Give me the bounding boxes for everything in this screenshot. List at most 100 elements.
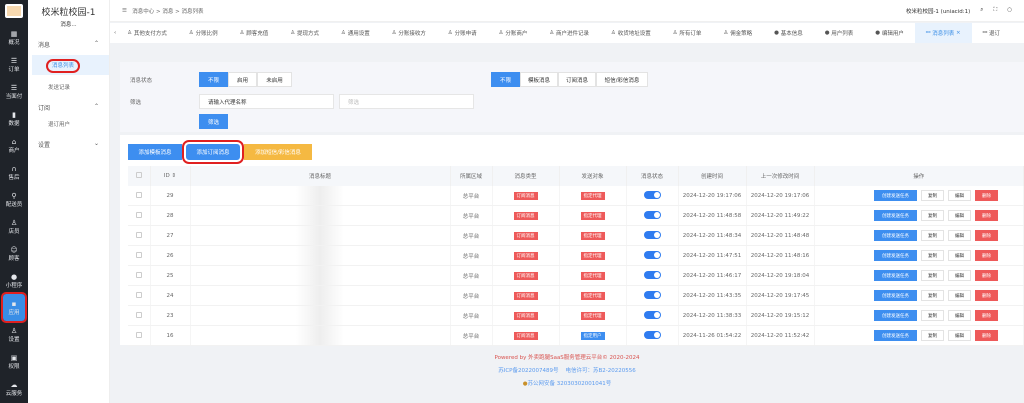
delete-button[interactable]: 删除 <box>975 270 998 281</box>
group-subscribe[interactable]: 订阅 ⌃ <box>28 103 109 112</box>
row-checkbox[interactable] <box>135 271 142 278</box>
status-toggle[interactable] <box>643 290 661 299</box>
tab-5[interactable]: ♙ 分账接收方 <box>381 23 437 43</box>
nav-item-11[interactable]: ♙ 设置 <box>0 321 28 348</box>
create-send-task-button[interactable]: 创建发送任务 <box>874 270 917 281</box>
create-send-task-button[interactable]: 创建发送任务 <box>874 290 917 301</box>
tab-2[interactable]: ♙ 顾客充值 <box>229 23 280 43</box>
status-toggle[interactable] <box>643 270 661 279</box>
row-checkbox[interactable] <box>135 331 142 338</box>
nav-item-5[interactable]: ∩ 售后 <box>0 159 28 186</box>
create-send-task-button[interactable]: 创建发送任务 <box>874 330 917 341</box>
tab-12[interactable]: ● 基本信息 <box>763 23 814 43</box>
agent-name-input[interactable]: 请输入代理名称 <box>199 94 334 109</box>
group-settings[interactable]: 设置 ⌄ <box>28 140 109 149</box>
row-checkbox[interactable] <box>135 191 142 198</box>
copy-button[interactable]: 复制 <box>921 310 944 321</box>
select-all-checkbox[interactable] <box>135 172 142 178</box>
license-link[interactable]: 电信许可：苏B2-20220556 <box>566 368 636 374</box>
nav-item-1[interactable]: ☰ 订单 <box>0 51 28 78</box>
refresh-icon[interactable]: ○ <box>1007 7 1012 15</box>
copy-button[interactable]: 复制 <box>921 290 944 301</box>
tab-3[interactable]: ♙ 提现方式 <box>279 23 330 43</box>
nav-item-3[interactable]: ▮ 数据 <box>0 105 28 132</box>
delete-button[interactable]: 删除 <box>975 290 998 301</box>
tab-8[interactable]: ♙ 商户进件记录 <box>538 23 600 43</box>
status-toggle[interactable] <box>643 210 661 219</box>
status-all-button[interactable]: 不限 <box>199 72 228 87</box>
edit-button[interactable]: 编辑 <box>948 230 971 241</box>
nav-item-7[interactable]: ♙ 店员 <box>0 213 28 240</box>
group-message[interactable]: 消息 ⌃ <box>28 40 109 49</box>
tab-6[interactable]: ♙ 分账申请 <box>437 23 488 43</box>
status-toggle[interactable] <box>643 230 661 239</box>
create-send-task-button[interactable]: 创建发送任务 <box>874 310 917 321</box>
nav-item-4[interactable]: ⌂ 商户 <box>0 132 28 159</box>
filter-button[interactable]: 筛选 <box>199 114 228 129</box>
create-send-task-button[interactable]: 创建发送任务 <box>874 250 917 261</box>
tab-11[interactable]: ♙ 佣金策略 <box>712 23 763 43</box>
status-toggle[interactable] <box>643 310 661 319</box>
account-name[interactable]: 校米粒校园-1 (uniacid:1) <box>906 7 970 15</box>
icp-link[interactable]: 苏ICP备2022007489号 <box>498 368 558 374</box>
tab-9[interactable]: ♙ 收货地址设置 <box>600 23 662 43</box>
tab-7[interactable]: ♙ 分账商户 <box>488 23 539 43</box>
type-sms-button[interactable]: 短信/彩信消息 <box>596 72 648 87</box>
sidebar-item-unsubscribed-users[interactable]: 退订用户 <box>28 112 109 128</box>
nav-item-10[interactable]: ▪ 应用 <box>1 292 27 323</box>
row-checkbox[interactable] <box>135 211 142 218</box>
fullscreen-icon[interactable]: ⛶ <box>993 7 997 15</box>
sidebar-item-message-list[interactable]: 消息列表 <box>32 55 109 75</box>
police-record-link[interactable]: 苏公网安备 32030302001041号 <box>528 381 612 387</box>
edit-button[interactable]: 编辑 <box>948 310 971 321</box>
type-subscribe-button[interactable]: 订阅消息 <box>558 72 596 87</box>
delete-button[interactable]: 删除 <box>975 230 998 241</box>
create-send-task-button[interactable]: 创建发送任务 <box>874 210 917 221</box>
status-toggle[interactable] <box>643 330 661 339</box>
nav-item-13[interactable]: ☁ 云服务 <box>0 375 28 402</box>
menu-toggle-icon[interactable]: ☰ <box>122 8 127 14</box>
tab-16[interactable]: ⚯ 退订 <box>972 23 1011 43</box>
row-checkbox[interactable] <box>135 251 142 258</box>
type-template-button[interactable]: 模板消息 <box>520 72 558 87</box>
delete-button[interactable]: 删除 <box>975 310 998 321</box>
status-toggle[interactable] <box>643 250 661 259</box>
row-checkbox[interactable] <box>135 231 142 238</box>
copy-button[interactable]: 复制 <box>921 210 944 221</box>
row-checkbox[interactable] <box>135 311 142 318</box>
copy-button[interactable]: 复制 <box>921 330 944 341</box>
edit-button[interactable]: 编辑 <box>948 250 971 261</box>
edit-button[interactable]: 编辑 <box>948 290 971 301</box>
tab-0[interactable]: ♙ 其他支付方式 <box>116 23 178 43</box>
status-toggle[interactable] <box>643 190 661 199</box>
edit-button[interactable]: 编辑 <box>948 190 971 201</box>
copy-button[interactable]: 复制 <box>921 230 944 241</box>
create-send-task-button[interactable]: 创建发送任务 <box>874 190 917 201</box>
copy-button[interactable]: 复制 <box>921 270 944 281</box>
delete-button[interactable]: 删除 <box>975 330 998 341</box>
nav-item-6[interactable]: ⚲ 配送员 <box>0 186 28 213</box>
tab-15[interactable]: ⚯ 消息列表 × <box>914 23 972 43</box>
tab-1[interactable]: ♙ 分账比例 <box>178 23 229 43</box>
copy-button[interactable]: 复制 <box>921 250 944 261</box>
type-all-button[interactable]: 不限 <box>491 72 520 87</box>
add-subscribe-message-button[interactable]: 添加订阅消息 <box>182 140 244 164</box>
status-disabled-button[interactable]: 未启用 <box>257 72 292 87</box>
sidebar-item-send-records[interactable]: 发送记录 <box>28 75 109 91</box>
tab-14[interactable]: ● 编辑用户 <box>864 23 915 43</box>
edit-button[interactable]: 编辑 <box>948 330 971 341</box>
col-id[interactable]: ID ⇕ <box>150 166 191 186</box>
edit-button[interactable]: 编辑 <box>948 270 971 281</box>
nav-item-9[interactable]: ● 小程序 <box>0 267 28 294</box>
nav-item-12[interactable]: ▣ 权限 <box>0 348 28 375</box>
delete-button[interactable]: 删除 <box>975 190 998 201</box>
copy-button[interactable]: 复制 <box>921 190 944 201</box>
close-tab-icon[interactable]: × <box>954 30 961 36</box>
delete-button[interactable]: 删除 <box>975 210 998 221</box>
filter-input[interactable]: 筛选 <box>339 94 474 109</box>
tab-10[interactable]: ♙ 所有订单 <box>662 23 713 43</box>
add-sms-message-button[interactable]: 添加短信/彩信消息 <box>244 144 312 160</box>
create-send-task-button[interactable]: 创建发送任务 <box>874 230 917 241</box>
row-checkbox[interactable] <box>135 291 142 298</box>
tab-13[interactable]: ● 用户列表 <box>814 23 865 43</box>
